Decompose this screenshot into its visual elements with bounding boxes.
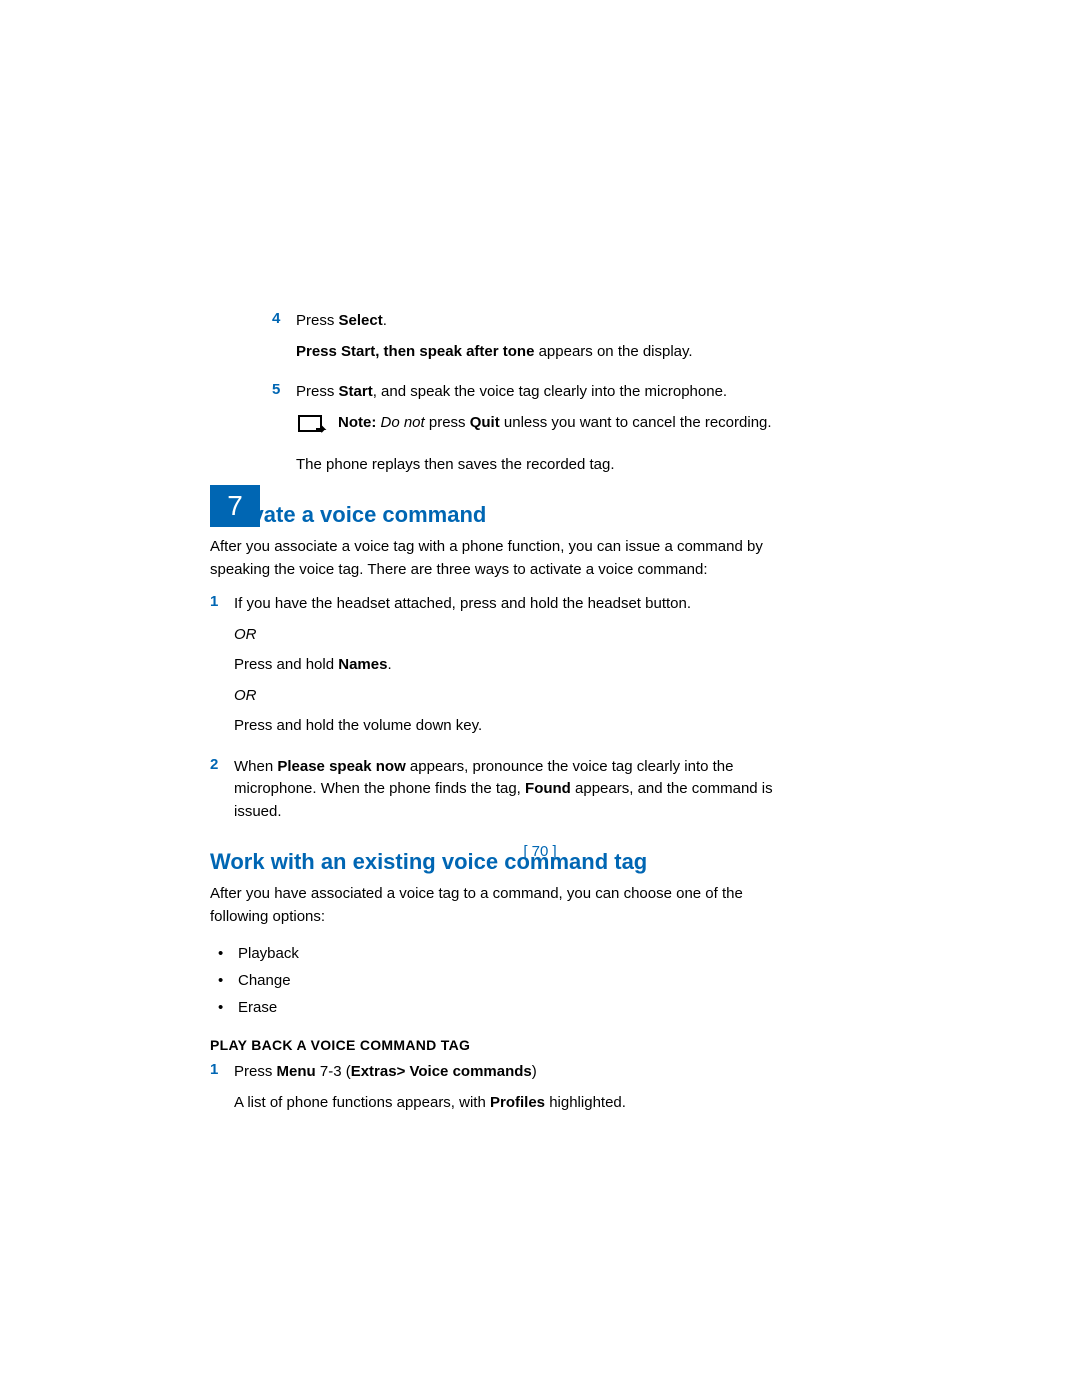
step-body: Press Start, and speak the voice tag cle… [296, 381, 800, 484]
bullet-text: Change [238, 967, 291, 994]
section-heading-activate: Activate a voice command [210, 502, 800, 528]
note-icon [296, 414, 330, 438]
step-number: 4 [272, 310, 296, 371]
bullet-item: • Change [218, 967, 800, 994]
activate-s1-text: If you have the headset attached, press … [234, 593, 800, 616]
step-4-line1: Press Select. [296, 310, 800, 333]
step-number: 5 [272, 381, 296, 484]
chapter-number: 7 [227, 490, 243, 522]
step-number: 2 [210, 756, 234, 832]
playback-line2: A list of phone functions appears, with … [234, 1092, 800, 1115]
activate-step-1: 1 If you have the headset attached, pres… [210, 593, 800, 746]
step-5-replay: The phone replays then saves the recorde… [296, 454, 800, 477]
bullet-marker: • [218, 967, 238, 994]
page-number: [ 70 ] [523, 843, 556, 860]
section2-intro: After you have associated a voice tag to… [210, 883, 800, 928]
or-separator: OR [234, 624, 800, 647]
page-content: 4 Press Select. Press Start, then speak … [272, 310, 800, 1122]
playback-line1: Press Menu 7-3 (Extras> Voice commands) [234, 1061, 800, 1084]
activate-s1-alt2: Press and hold the volume down key. [234, 715, 800, 738]
step-body: Press Select. Press Start, then speak af… [296, 310, 800, 371]
step-body: If you have the headset attached, press … [234, 593, 800, 746]
step-5-line1: Press Start, and speak the voice tag cle… [296, 381, 800, 404]
step-4-line2: Press Start, then speak after tone appea… [296, 341, 800, 364]
section-heading-work-with: Work with an existing voice command tag [210, 849, 800, 875]
document-page: 7 4 Press Select. Press Start, then spea… [0, 0, 1080, 1192]
step-number: 1 [210, 1061, 234, 1122]
step-4: 4 Press Select. Press Start, then speak … [272, 310, 800, 371]
bullet-item: • Erase [218, 994, 800, 1021]
subheading-playback: PLAY BACK A VOICE COMMAND TAG [210, 1037, 800, 1053]
activate-s1-alt1: Press and hold Names. [234, 654, 800, 677]
chapter-number-tab: 7 [210, 485, 260, 527]
section1-intro: After you associate a voice tag with a p… [210, 536, 800, 581]
bullet-marker: • [218, 994, 238, 1021]
bullet-text: Erase [238, 994, 277, 1021]
step-body: When Please speak now appears, pronounce… [234, 756, 800, 832]
note-block: Note: Do not press Quit unless you want … [296, 412, 800, 438]
activate-s2-text: When Please speak now appears, pronounce… [234, 756, 800, 824]
step-body: Press Menu 7-3 (Extras> Voice commands) … [234, 1061, 800, 1122]
step-number: 1 [210, 593, 234, 746]
or-separator: OR [234, 685, 800, 708]
bullet-text: Playback [238, 940, 299, 967]
step-5: 5 Press Start, and speak the voice tag c… [272, 381, 800, 484]
bullet-marker: • [218, 940, 238, 967]
playback-step-1: 1 Press Menu 7-3 (Extras> Voice commands… [210, 1061, 800, 1122]
bullet-item: • Playback [218, 940, 800, 967]
options-bullet-list: • Playback • Change • Erase [218, 940, 800, 1021]
note-text: Note: Do not press Quit unless you want … [338, 412, 800, 435]
activate-step-2: 2 When Please speak now appears, pronoun… [210, 756, 800, 832]
